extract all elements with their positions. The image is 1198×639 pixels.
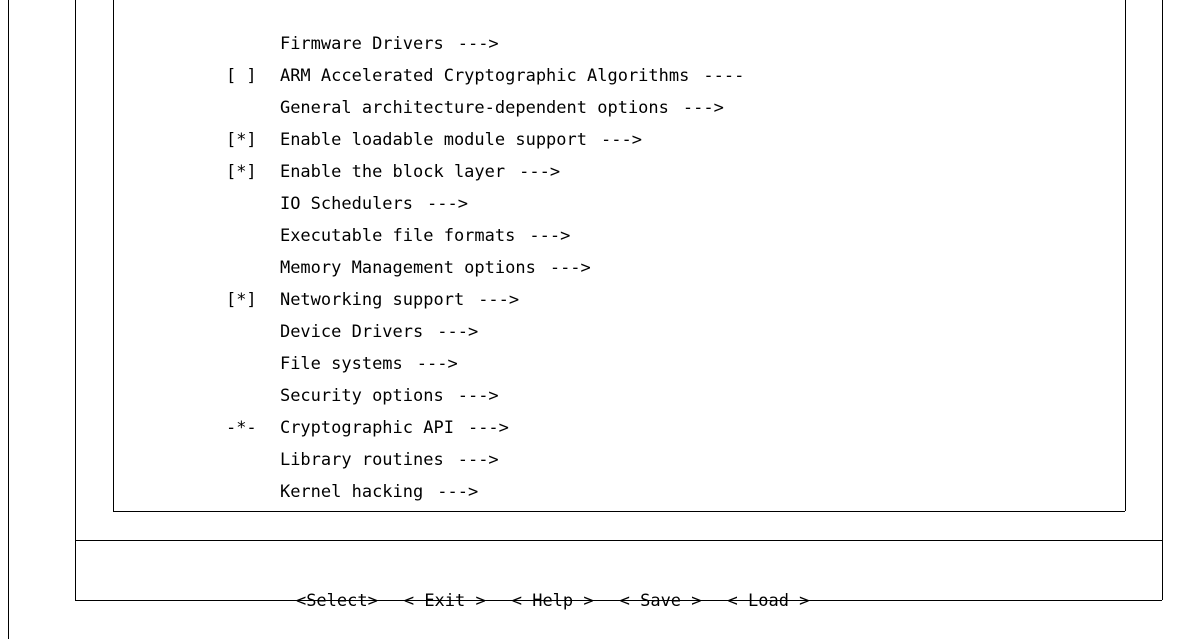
button-separator (75, 540, 1162, 541)
menu-item-loadable-modules[interactable]: [*] Enable loadable module support ---> (185, 104, 642, 150)
menu-item-label: Kernel hacking (279, 482, 424, 502)
menu-item-networking[interactable]: [*] Networking support ---> (185, 264, 519, 310)
menu-item-firmware-drivers[interactable]: Firmware Drivers ---> (185, 8, 499, 54)
submenu-arrow: ---> (601, 130, 642, 150)
menu-item-kernel-hacking[interactable]: Kernel hacking ---> (185, 456, 478, 502)
menu-box-bottom-border (113, 511, 1125, 512)
submenu-arrow: ---> (519, 162, 561, 182)
help-button[interactable]: < Help > (512, 589, 594, 613)
menu-item-cryptographic-api[interactable]: -*- Cryptographic API ---> (185, 392, 509, 438)
menu-item-library-routines[interactable]: Library routines ---> (185, 424, 499, 470)
menu-item-block-layer[interactable]: [*] Enable the block layer ---> (185, 136, 560, 182)
menu-item-device-drivers[interactable]: Device Drivers ---> (185, 296, 478, 342)
dialog-right-border (1162, 0, 1163, 600)
menu-item-io-schedulers[interactable]: IO Schedulers ---> (185, 168, 468, 214)
submenu-arrow: ---> (437, 482, 479, 502)
load-button[interactable]: < Load > (728, 589, 810, 613)
menu-item-security-options[interactable]: Security options ---> (185, 360, 499, 406)
menu-item-arm-crypto[interactable]: [ ] ARM Accelerated Cryptographic Algorit… (185, 40, 744, 86)
menu-box-right-border (1125, 0, 1126, 511)
submenu-arrow: ---> (549, 258, 591, 278)
select-button[interactable]: <Select> (296, 589, 378, 613)
menu-item-executable-formats[interactable]: Executable file formats ---> (185, 200, 570, 246)
save-button[interactable]: < Save > (620, 589, 702, 613)
button-bar: <Select> < Exit > < Help > < Save > < Load > (255, 565, 835, 611)
exit-button[interactable]: < Exit > (404, 589, 486, 613)
submenu-arrow: ---> (682, 98, 724, 118)
menuconfig-screen: Firmware Drivers ---> [ ] ARM Accelerated … (0, 0, 1198, 639)
menu-box-left-border (113, 0, 114, 511)
submenu-arrow: ---> (478, 290, 520, 310)
terminal-left-edge (8, 0, 9, 639)
menu-item-memory-management[interactable]: Memory Management options ---> (185, 232, 591, 278)
menu-item-file-systems[interactable]: File systems ---> (185, 328, 458, 374)
dialog-left-border (75, 0, 76, 600)
menu-item-general-arch[interactable]: General architecture-dependent options --… (185, 72, 724, 118)
